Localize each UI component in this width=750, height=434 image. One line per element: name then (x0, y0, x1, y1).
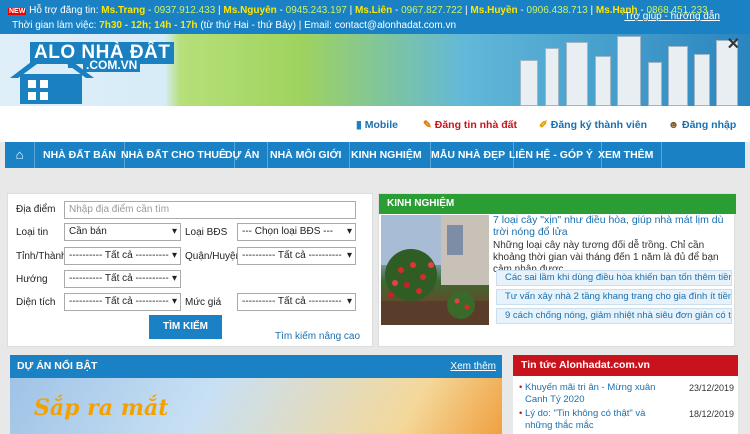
bds-select[interactable]: --- Chọn loại BĐS --- (237, 223, 356, 241)
contact-phone-3[interactable]: 0967.827.722 (401, 5, 462, 16)
nav-item-projects[interactable]: DỰ ÁN (217, 142, 269, 168)
hours-line: Thời gian làm việc: 7h30 - 12h; 14h - 17… (12, 20, 456, 31)
hours-value: 7h30 - 12h; 14h - 17h (99, 20, 198, 31)
district-label: Quận/Huyện (185, 251, 242, 262)
news-item[interactable]: • Lý do: "Tin không có thật" và những th… (519, 408, 734, 432)
contact-phone-1[interactable]: 0937.912.433 (154, 5, 215, 16)
search-panel: Địa điểm Nhập địa điểm cần tìm Loại tin … (7, 193, 373, 347)
experience-link-1[interactable]: Các sai lầm khi dùng điều hòa khiến bạn … (496, 270, 732, 286)
login-link[interactable]: ☻ Đăng nhập (668, 119, 736, 131)
bds-label: Loại BĐS (185, 227, 228, 238)
location-input[interactable]: Nhập địa điểm cần tìm (64, 201, 356, 219)
projects-more-link[interactable]: Xem thêm (450, 355, 496, 378)
close-icon[interactable]: ✕ (727, 34, 740, 54)
price-label: Mức giá (185, 297, 222, 308)
advanced-search-link[interactable]: Tìm kiếm nâng cao (275, 331, 360, 342)
area-select[interactable]: ---------- Tất cả ---------- (64, 293, 181, 311)
support-prefix: Hỗ trợ đăng tin: (29, 5, 99, 16)
province-select[interactable]: ---------- Tất cả ---------- (64, 247, 181, 265)
contact-phone-2[interactable]: 0945.243.197 (286, 5, 347, 16)
mobile-link[interactable]: ▮ Mobile (356, 119, 398, 131)
nav-item-sale[interactable]: NHÀ ĐẤT BÁN (35, 142, 125, 168)
price-select[interactable]: ---------- Tất cả ---------- (237, 293, 356, 311)
hours-note: (từ thứ Hai - thứ Bảy) | Email: contact@… (200, 20, 457, 31)
logo-domain: .COM.VN (83, 58, 141, 72)
help-link[interactable]: Trợ giúp - hướng dẫn (624, 11, 720, 22)
support-line: NEW Hỗ trợ đăng tin: Ms.Trang - 0937.912… (8, 5, 708, 16)
flower-photo[interactable] (381, 215, 489, 325)
edit-icon: ✎ (423, 119, 432, 131)
province-label: Tỉnh/Thành (16, 251, 67, 262)
home-icon[interactable]: ⌂ (5, 142, 35, 168)
post-label: Đăng tin nhà đất (434, 119, 517, 131)
search-button[interactable]: TÌM KIẾM (149, 315, 222, 339)
experience-panel: KINH NGHIỆM 7 loại cây "xịn" như điều hò… (378, 193, 736, 347)
district-select[interactable]: ---------- Tất cả ---------- (237, 247, 356, 265)
featured-projects: DỰ ÁN NỔI BẬT Xem thêm Sắp ra mắt (10, 355, 502, 434)
news-date: 18/12/2019 (688, 409, 734, 419)
contact-name-3: Ms.Liên (354, 5, 393, 16)
contact-phone-4[interactable]: 0906.438.713 (527, 5, 588, 16)
area-label: Diện tích (16, 297, 56, 308)
experience-link-2[interactable]: Tư vấn xây nhà 2 tầng khang trang cho gi… (496, 289, 732, 305)
mobile-icon: ▮ (356, 119, 362, 131)
main-nav: ⌂ NHÀ ĐẤT BÁN NHÀ ĐẤT CHO THUÊ DỰ ÁN NHÀ… (5, 142, 745, 168)
pencil-icon: ✐ (539, 119, 548, 131)
news-title: Khuyến mãi tri ân - Mừng xuân Canh Tý 20… (524, 382, 656, 405)
location-label: Địa điểm (16, 204, 56, 215)
nav-item-experience[interactable]: KINH NGHIỆM (343, 142, 431, 168)
projects-title: DỰ ÁN NỔI BẬT (17, 360, 98, 372)
experience-link-3[interactable]: 9 cách chống nóng, giảm nhiệt nhà siêu đ… (496, 308, 732, 324)
nav-item-more[interactable]: XEM THÊM (590, 142, 663, 168)
user-icon: ☻ (668, 119, 680, 131)
experience-header: KINH NGHIỆM (379, 194, 736, 214)
experience-title[interactable]: 7 loại cây "xịn" như điều hòa, giúp nhà … (493, 214, 733, 238)
project-banner[interactable]: Sắp ra mắt (10, 378, 502, 434)
post-listing-link[interactable]: ✎ Đăng tin nhà đất (423, 119, 517, 131)
top-bar: NEW Hỗ trợ đăng tin: Ms.Trang - 0937.912… (0, 0, 750, 34)
contact-name-4: Ms.Huyền (470, 5, 518, 16)
nav-item-brokers[interactable]: NHÀ MÔI GIỚI (262, 142, 351, 168)
nav-item-contact[interactable]: LIÊN HỆ - GÓP Ý (501, 142, 602, 168)
register-label: Đăng ký thành viên (550, 119, 648, 131)
new-badge: NEW (8, 8, 27, 15)
news-header: Tin tức Alonhadat.com.vn (513, 355, 738, 376)
type-select[interactable]: Cần bán (64, 223, 181, 241)
mobile-label: Mobile (364, 119, 398, 131)
contact-name-2: Ms.Nguyên (223, 5, 277, 16)
direction-label: Hướng (16, 274, 48, 285)
coming-soon-text: Sắp ra mắt (34, 395, 169, 421)
sub-bar: ▮ Mobile ✎ Đăng tin nhà đất ✐ Đăng ký th… (0, 106, 750, 142)
news-date: 23/12/2019 (688, 383, 734, 393)
login-label: Đăng nhập (681, 119, 737, 131)
register-link[interactable]: ✐ Đăng ký thành viên (539, 119, 647, 131)
news-title: Lý do: "Tin không có thật" và những thắc… (524, 408, 646, 431)
projects-header: DỰ ÁN NỔI BẬT Xem thêm (10, 355, 502, 378)
type-label: Loại tin (16, 227, 49, 238)
direction-select[interactable]: ---------- Tất cả ---------- (64, 270, 181, 288)
news-item[interactable]: • Khuyến mãi tri ân - Mừng xuân Canh Tý … (519, 382, 734, 406)
news-panel: Tin tức Alonhadat.com.vn • Khuyến mãi tr… (513, 355, 738, 434)
hours-prefix: Thời gian làm việc: (12, 20, 97, 31)
contact-name-1: Ms.Trang (101, 5, 146, 16)
